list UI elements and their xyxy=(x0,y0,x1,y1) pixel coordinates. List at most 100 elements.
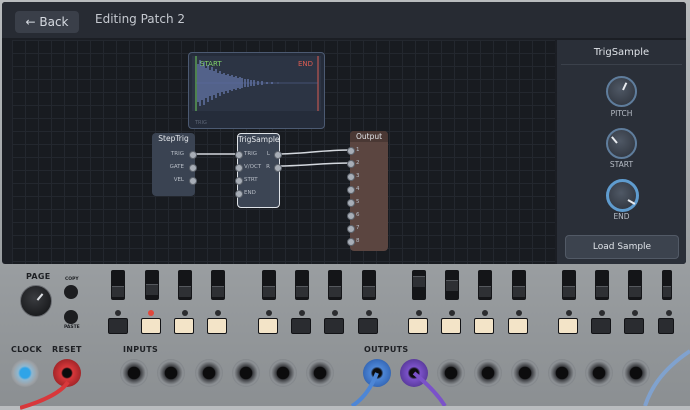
step-pad[interactable] xyxy=(324,318,344,334)
port-out-trig[interactable] xyxy=(189,151,197,159)
step-fader[interactable] xyxy=(562,270,576,300)
step-pad[interactable] xyxy=(108,318,128,334)
start-knob[interactable] xyxy=(606,128,637,159)
end-knob[interactable] xyxy=(606,179,639,212)
port-in-start[interactable] xyxy=(235,177,243,185)
step-pad[interactable] xyxy=(358,318,378,334)
step-pad[interactable] xyxy=(291,318,311,334)
port-out-vel[interactable] xyxy=(189,177,197,185)
step-fader[interactable] xyxy=(595,270,609,300)
step-fader[interactable] xyxy=(111,270,125,300)
port-in-4[interactable] xyxy=(347,186,355,194)
screen: ← Back Editing Patch 2 START END TRIG St… xyxy=(2,2,686,264)
load-sample-button[interactable]: Load Sample xyxy=(565,235,679,259)
port-in-7[interactable] xyxy=(347,225,355,233)
port-in-end[interactable] xyxy=(235,190,243,198)
step-fader[interactable] xyxy=(328,270,342,300)
step-led xyxy=(566,310,572,316)
knob-label: PITCH xyxy=(610,109,633,118)
step-fader[interactable] xyxy=(362,270,376,300)
node-trigsample[interactable]: TrigSample TRIG V/OCT STRT END L R xyxy=(235,133,282,208)
port-in-voct[interactable] xyxy=(235,164,243,172)
port-label: GATE xyxy=(169,164,184,170)
step-pad[interactable] xyxy=(508,318,528,334)
step-led-active xyxy=(148,310,154,316)
port-out-r[interactable] xyxy=(274,164,282,172)
port-in-2[interactable] xyxy=(347,160,355,168)
step-fader[interactable] xyxy=(145,270,159,300)
step-fader[interactable] xyxy=(628,270,642,300)
step-pad[interactable] xyxy=(658,318,674,334)
step-pad[interactable] xyxy=(207,318,227,334)
port-in-1[interactable] xyxy=(347,147,355,155)
port-label: TRIG xyxy=(170,151,184,157)
port-label: VEL xyxy=(173,177,184,183)
step-fader[interactable] xyxy=(512,270,526,300)
step-fader[interactable] xyxy=(412,270,426,300)
step-pad[interactable] xyxy=(558,318,578,334)
step-pad[interactable] xyxy=(258,318,278,334)
port-in-3[interactable] xyxy=(347,173,355,181)
step-pad[interactable] xyxy=(174,318,194,334)
port-in-5[interactable] xyxy=(347,199,355,207)
waveform-start-marker[interactable]: START xyxy=(200,60,222,68)
module-panel: TrigSample PITCH START END Load Sample xyxy=(557,40,686,264)
pitch-knob[interactable] xyxy=(606,76,637,107)
port-label: 8 xyxy=(356,238,360,244)
step-fader[interactable] xyxy=(662,270,672,300)
port-label: 5 xyxy=(356,199,360,205)
page-title: Editing Patch 2 xyxy=(95,12,186,26)
port-label: 2 xyxy=(356,160,360,166)
step-led xyxy=(449,310,455,316)
output-cables xyxy=(350,349,690,406)
node-output[interactable]: Output 1 2 3 4 5 6 7 8 xyxy=(347,131,388,251)
copy-button[interactable] xyxy=(64,285,78,299)
step-led xyxy=(215,310,221,316)
waveform-preview[interactable]: START END TRIG xyxy=(188,52,325,129)
page-label: PAGE xyxy=(26,272,51,281)
step-led xyxy=(299,310,305,316)
node-title: Output xyxy=(350,131,388,142)
page-encoder[interactable] xyxy=(20,285,52,317)
port-label: R xyxy=(266,164,270,170)
port-out-l[interactable] xyxy=(274,151,282,159)
step-fader[interactable] xyxy=(478,270,492,300)
step-led xyxy=(482,310,488,316)
step-pad[interactable] xyxy=(591,318,611,334)
step-pad[interactable] xyxy=(441,318,461,334)
port-in-trig[interactable] xyxy=(235,151,243,159)
port-label: 6 xyxy=(356,212,360,218)
step-fader[interactable] xyxy=(262,270,276,300)
step-led xyxy=(182,310,188,316)
port-label: V/OCT xyxy=(244,164,262,170)
step-pad[interactable] xyxy=(408,318,428,334)
step-fader[interactable] xyxy=(445,270,459,300)
node-steptrig[interactable]: StepTrig TRIG GATE VEL xyxy=(152,133,197,196)
step-led xyxy=(632,310,638,316)
panel-title: TrigSample xyxy=(593,47,650,58)
step-fader[interactable] xyxy=(211,270,225,300)
paste-button[interactable] xyxy=(64,310,78,324)
knob-label: END xyxy=(613,212,630,221)
back-button[interactable]: ← Back xyxy=(15,11,79,33)
port-label: STRT xyxy=(244,177,258,183)
step-fader[interactable] xyxy=(295,270,309,300)
port-label: 4 xyxy=(356,186,360,192)
port-label: TRIG xyxy=(244,151,258,157)
step-fader[interactable] xyxy=(178,270,192,300)
waveform-end-marker[interactable]: END xyxy=(298,60,313,68)
step-pad[interactable] xyxy=(141,318,161,334)
port-out-gate[interactable] xyxy=(189,164,197,172)
port-label: 1 xyxy=(356,147,360,153)
paste-label: PASTE xyxy=(64,325,80,330)
port-label: L xyxy=(266,151,270,157)
knob-label: START xyxy=(609,160,634,169)
port-in-6[interactable] xyxy=(347,212,355,220)
port-in-8[interactable] xyxy=(347,238,355,246)
port-label: 7 xyxy=(356,225,360,231)
copy-label: COPY xyxy=(65,277,79,282)
step-pad[interactable] xyxy=(624,318,644,334)
step-led xyxy=(332,310,338,316)
step-led xyxy=(366,310,372,316)
step-pad[interactable] xyxy=(474,318,494,334)
